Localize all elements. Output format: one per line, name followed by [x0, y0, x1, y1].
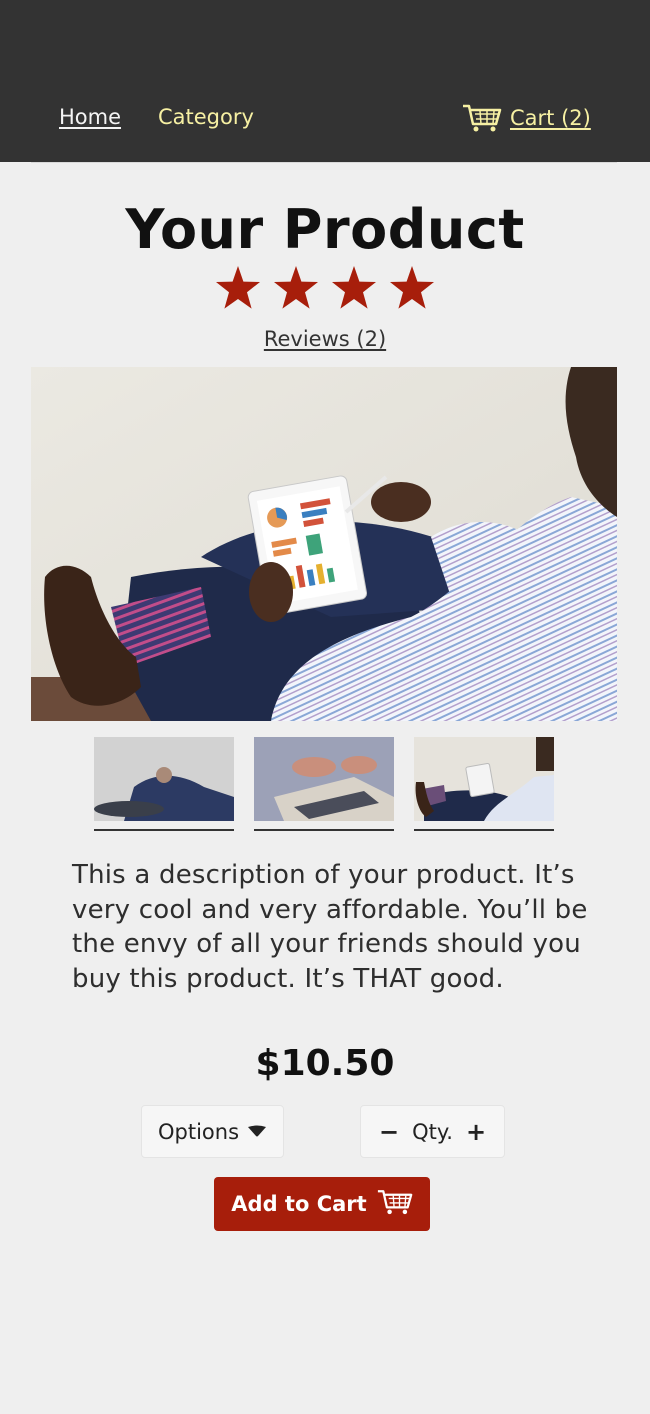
- options-dropdown[interactable]: Options: [141, 1105, 284, 1158]
- qty-label: Qty.: [412, 1119, 453, 1144]
- star-rating: [214, 264, 436, 312]
- thumbnail-2-underline: [254, 829, 394, 831]
- star-icon: [216, 266, 260, 309]
- shopping-cart-icon: [462, 103, 502, 133]
- thumbnail-3[interactable]: [414, 737, 554, 821]
- star-icon: [274, 266, 318, 309]
- header-bar: Home Category Cart (2): [0, 0, 650, 162]
- star-icon: [390, 266, 434, 309]
- reviews-link[interactable]: Reviews (2): [0, 325, 650, 353]
- nav-cart-link[interactable]: Cart (2): [462, 103, 591, 133]
- header-divider: [31, 162, 617, 163]
- thumbnail-1-underline: [94, 829, 234, 831]
- qty-increase-button[interactable]: +: [466, 1118, 486, 1146]
- thumbnail-2[interactable]: [254, 737, 394, 821]
- quantity-stepper: − Qty. +: [360, 1105, 505, 1158]
- shopping-cart-icon: [377, 1187, 413, 1222]
- product-title: Your Product: [125, 198, 525, 261]
- thumbnail-3-underline: [414, 829, 554, 831]
- nav-home-link[interactable]: Home: [59, 103, 121, 131]
- product-description: This a description of your product. It’s…: [72, 860, 588, 994]
- options-label: Options: [157, 1119, 240, 1144]
- qty-decrease-button[interactable]: −: [379, 1118, 399, 1146]
- add-to-cart-button[interactable]: Add to Cart: [214, 1177, 430, 1231]
- thumbnail-1[interactable]: [94, 737, 234, 821]
- caret-down-icon: [247, 1122, 267, 1141]
- nav-category-link[interactable]: Category: [158, 103, 254, 131]
- nav-cart-label: Cart (2): [510, 106, 591, 130]
- star-icon: [332, 266, 376, 309]
- product-main-image: [31, 367, 617, 721]
- add-to-cart-label: Add to Cart: [231, 1192, 367, 1216]
- product-price: $10.50: [255, 1043, 395, 1084]
